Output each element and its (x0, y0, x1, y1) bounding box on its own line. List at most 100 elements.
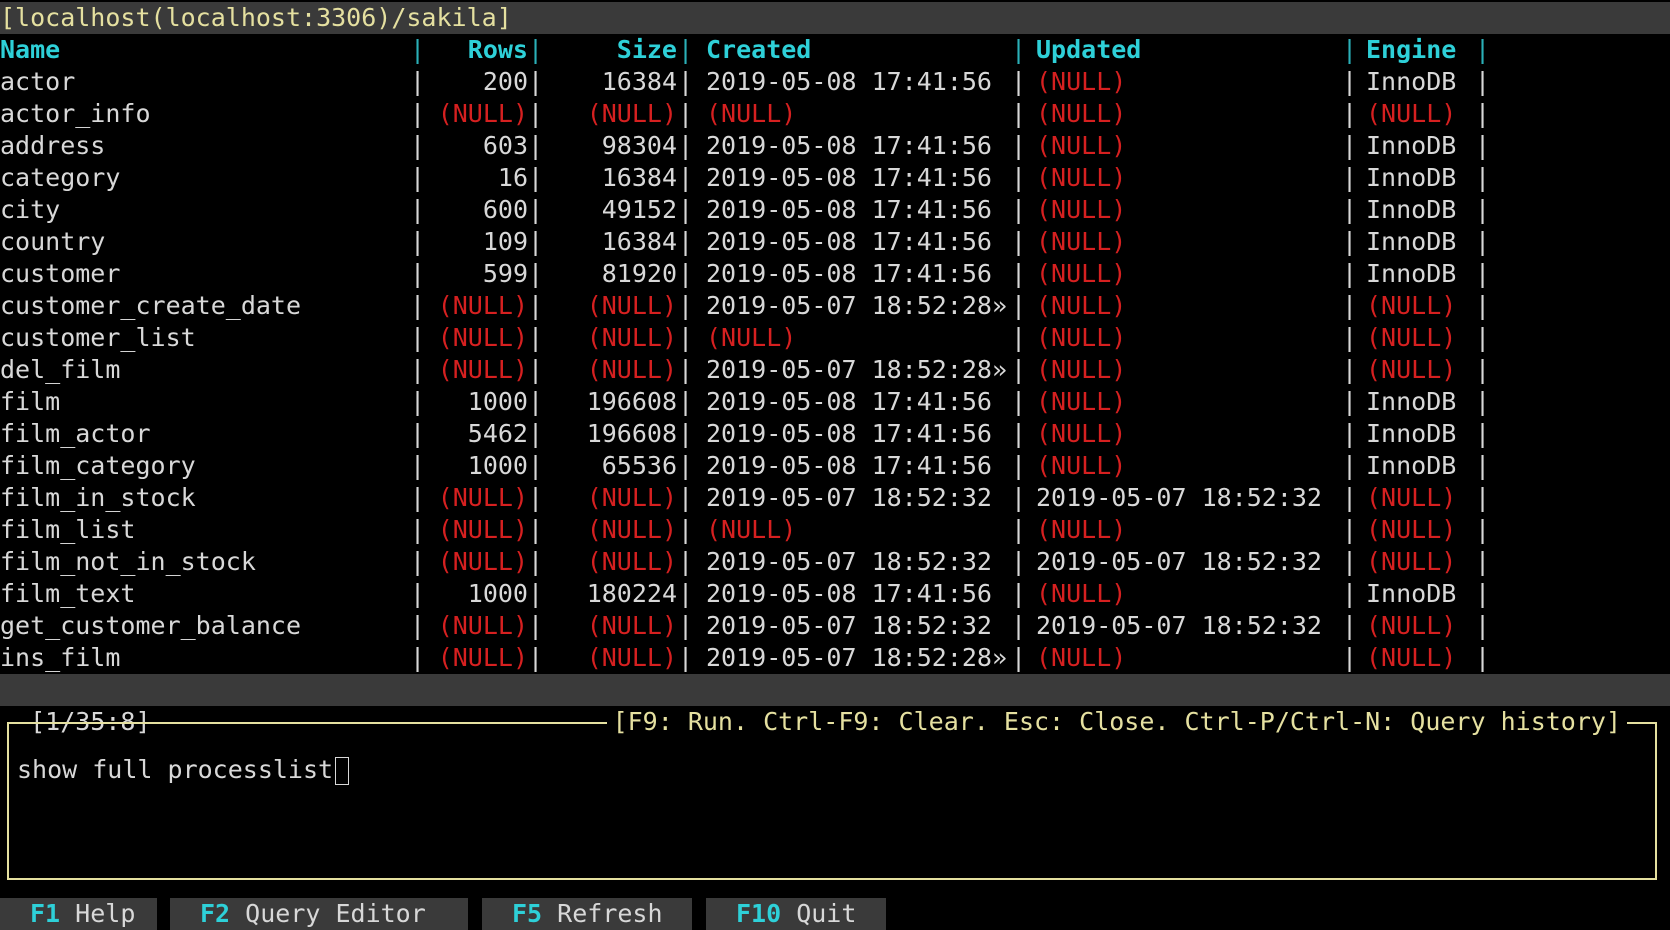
f5-key: F5 (512, 899, 543, 928)
cell-updated: 2019-05-07 18:52:32 (1036, 547, 1322, 576)
column-separator: | (410, 451, 426, 480)
f1-label: Help (60, 899, 136, 928)
column-separator: | (1342, 579, 1358, 608)
table-row[interactable]: address 603 98304 2019-05-08 17:41:56 (NULL)… (0, 130, 1670, 162)
table-row[interactable]: del_film (NULL) (NULL) 2019-05-07 18:52:28»… (0, 354, 1670, 386)
table-row[interactable]: film_list (NULL) (NULL) (NULL) (NULL) (NULL) |… (0, 514, 1670, 546)
table-row[interactable]: film_actor 5462 196608 2019-05-08 17:41:56 (… (0, 418, 1670, 450)
column-separator: | (678, 195, 694, 224)
cell-created: 2019-05-08 17:41:56 (706, 227, 992, 256)
cell-name: get_customer_balance (0, 611, 302, 640)
column-header-size[interactable]: Size (540, 34, 677, 66)
cell-name: customer (0, 259, 121, 288)
column-separator: | (410, 611, 426, 640)
table-row[interactable]: city 600 49152 2019-05-08 17:41:56 (NULL) Inn… (0, 194, 1670, 226)
query-text[interactable]: show full processlist (17, 755, 333, 784)
column-separator: | (410, 259, 426, 288)
column-separator: | (1011, 163, 1027, 192)
column-separator: | (678, 99, 694, 128)
table-row[interactable]: get_customer_balance (NULL) (NULL) 2019-05-… (0, 610, 1670, 642)
cell-engine: InnoDB (1366, 131, 1457, 160)
column-separator: | (1011, 195, 1027, 224)
cell-rows: 1000 (467, 579, 528, 608)
column-header-engine[interactable]: Engine (1366, 34, 1474, 66)
column-header-updated[interactable]: Updated (1036, 34, 1331, 66)
table-row[interactable]: film_not_in_stock (NULL) (NULL) 2019-05-07 … (0, 546, 1670, 578)
column-header-name[interactable]: Name (0, 34, 400, 66)
query-editor[interactable]: [F9: Run. Ctrl-F9: Clear. Esc: Close. Ct… (7, 706, 1657, 880)
column-separator: | (410, 579, 426, 608)
column-separator: | (1475, 579, 1491, 608)
f2-label: Query Editor (230, 899, 426, 928)
table-row[interactable]: customer_list (NULL) (NULL) (NULL) (NULL) (NU… (0, 322, 1670, 354)
table-row[interactable]: film_category 1000 65536 2019-05-08 17:41:5… (0, 450, 1670, 482)
column-separator: | (678, 291, 694, 320)
table-row[interactable]: actor_info (NULL) (NULL) (NULL) (NULL) (NULL)… (0, 98, 1670, 130)
column-separator: | (410, 323, 426, 352)
cell-size: 180224 (586, 579, 677, 608)
column-separator: | (1011, 355, 1027, 384)
cell-engine: (NULL) (1366, 291, 1457, 320)
cell-name: film (0, 387, 61, 416)
cell-updated: (NULL) (1036, 579, 1127, 608)
table-row[interactable]: customer_create_date (NULL) (NULL) 2019-05-… (0, 290, 1670, 322)
column-separator: | (528, 323, 544, 352)
column-separator: | (528, 611, 544, 640)
cell-created: 2019-05-07 18:52:28» (706, 643, 1008, 672)
column-header-created[interactable]: Created (706, 34, 1016, 66)
column-separator: | (1011, 547, 1027, 576)
column-separator: | (1475, 131, 1491, 160)
column-separator: | (1475, 323, 1491, 352)
table-row[interactable]: film_text 1000 180224 2019-05-08 17:41:56 (N… (0, 578, 1670, 610)
column-separator: | (1475, 227, 1491, 256)
cell-name: film_not_in_stock (0, 547, 256, 576)
cell-size: 81920 (601, 259, 677, 288)
column-separator: | (1342, 227, 1358, 256)
cell-created: 2019-05-07 18:52:32 (706, 483, 992, 512)
table-row[interactable]: country 109 16384 2019-05-08 17:41:56 (NULL)… (0, 226, 1670, 258)
cell-created: 2019-05-08 17:41:56 (706, 131, 992, 160)
column-separator: | (1342, 323, 1358, 352)
table-row[interactable]: ins_film (NULL) (NULL) 2019-05-07 18:52:28»… (0, 642, 1670, 674)
column-separator: | (1011, 259, 1027, 288)
cell-engine: InnoDB (1366, 67, 1457, 96)
column-separator: | (1011, 67, 1027, 96)
column-separator: | (1011, 483, 1027, 512)
cell-engine: (NULL) (1366, 611, 1457, 640)
cell-engine: (NULL) (1366, 323, 1457, 352)
column-separator: | (1342, 451, 1358, 480)
cell-updated: (NULL) (1036, 515, 1127, 544)
cell-name: actor_info (0, 99, 151, 128)
f10-quit-button[interactable]: F10 Quit (706, 898, 886, 930)
table-row[interactable]: film_in_stock (NULL) (NULL) 2019-05-07 18:5… (0, 482, 1670, 514)
column-separator: | (1342, 163, 1358, 192)
cell-rows: 603 (482, 131, 528, 160)
cell-updated: (NULL) (1036, 67, 1127, 96)
column-separator: | (528, 99, 544, 128)
f5-refresh-button[interactable]: F5 Refresh (482, 898, 692, 930)
table-row[interactable]: customer 599 81920 2019-05-08 17:41:56 (NULL… (0, 258, 1670, 290)
table-row[interactable]: category 16 16384 2019-05-08 17:41:56 (NULL)… (0, 162, 1670, 194)
column-header-rows[interactable]: Rows (420, 34, 528, 66)
column-separator: | (1011, 451, 1027, 480)
f2-key: F2 (200, 899, 231, 928)
column-separator: | (528, 163, 544, 192)
cell-name: actor (0, 67, 76, 96)
column-separator: | (528, 259, 544, 288)
f2-query-editor-button[interactable]: F2 Query Editor (170, 898, 468, 930)
column-separator: | (1011, 227, 1027, 256)
cell-size: 196608 (586, 419, 677, 448)
table-row[interactable]: actor 200 16384 2019-05-08 17:41:56 (NULL) In… (0, 66, 1670, 98)
column-separator: | (1342, 483, 1358, 512)
cell-updated: 2019-05-07 18:52:32 (1036, 611, 1322, 640)
column-separator: | (678, 451, 694, 480)
column-separator: | (1011, 611, 1027, 640)
query-input[interactable]: show full processlist (17, 754, 350, 786)
cell-created: 2019-05-08 17:41:56 (706, 67, 992, 96)
column-separator: | (1475, 355, 1491, 384)
cell-engine: InnoDB (1366, 195, 1457, 224)
table-header-row: Name Rows Size Created Updated Engine | | | | | | (0, 34, 1670, 66)
f1-help-button[interactable]: F1 Help (0, 898, 157, 930)
table-row[interactable]: film 1000 196608 2019-05-08 17:41:56 (NULL) I… (0, 386, 1670, 418)
column-separator: | (1475, 515, 1491, 544)
